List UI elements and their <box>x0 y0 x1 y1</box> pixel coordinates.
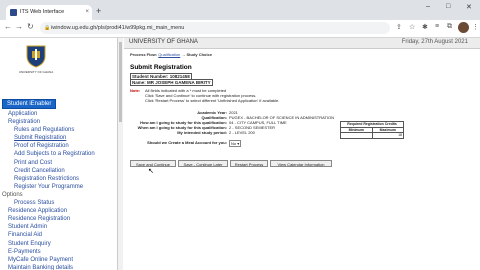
sidebar-item[interactable]: Submit Registration <box>0 134 117 142</box>
lock-icon: 🔒 <box>44 25 51 31</box>
sidebar-item[interactable]: Print and Cost <box>0 159 117 167</box>
intended-period-label: My intended study period: <box>177 130 227 135</box>
sidebar-item[interactable]: Options <box>0 191 117 199</box>
sidebar-item[interactable]: Residence Application <box>0 207 117 215</box>
sidebar-menu: Student iEnabler Application Registration R… <box>0 92 117 270</box>
sidebar-scrollbar[interactable] <box>118 38 123 270</box>
share-icon[interactable]: ⇪ <box>396 23 402 31</box>
meal-account-label: Should we Create a Meal Account for you: <box>147 140 227 145</box>
page-title: Submit Registration <box>130 64 192 71</box>
main-content: Process Flow: Qualification → Study Choi… <box>130 50 470 167</box>
sidebar-item[interactable]: Rules and Regulations <box>0 126 117 134</box>
sidebar-item[interactable]: E-Payments <box>0 248 117 256</box>
student-name-value: MR JOSEPH GAMENA BIRITY <box>147 80 211 85</box>
sidebar-item[interactable]: MyCafe Online Payment <box>0 256 117 264</box>
new-tab-button[interactable]: + <box>96 6 101 16</box>
breadcrumb: Process Flow: Qualification → Study Choi… <box>130 52 470 57</box>
breadcrumb-suffix: → Study Choice <box>181 52 213 57</box>
sidebar-item[interactable]: Student Admin <box>0 223 117 231</box>
back-arrow-icon[interactable]: ← <box>4 22 12 31</box>
sidebar-item[interactable]: Application <box>0 110 117 118</box>
save-continue-button[interactable]: Save and Continue <box>130 160 176 167</box>
sidebar-item[interactable]: Register Your Programme <box>0 183 117 191</box>
address-bar-row: ← → ↻ 🔒 iwindow.ug.edu.gh/pls/prodi41/w9… <box>0 20 480 38</box>
student-name-box: Name: MR JOSEPH GAMENA BIRITY <box>130 79 213 86</box>
credits-table: Required Registration Credits Minimum Ma… <box>340 121 404 139</box>
url-text: iwindow.ug.edu.gh/pls/prodi41/w99pkg.mi_… <box>51 25 185 31</box>
page-header: UNIVERSITY OF GHANA Friday, 27th August … <box>124 38 480 49</box>
scrollbar-thumb[interactable] <box>119 42 122 122</box>
credits-min-header: Minimum <box>341 127 373 132</box>
credits-max-header: Maximum <box>379 127 396 132</box>
breadcrumb-link-qualification[interactable]: Qualification <box>158 52 180 57</box>
sidebar-item[interactable]: Registration <box>0 118 117 126</box>
note-label: Note: <box>130 88 141 93</box>
tab-close-icon[interactable]: × <box>85 5 89 20</box>
reload-icon[interactable]: ↻ <box>27 22 34 31</box>
extensions-icon[interactable]: ✱ <box>422 23 428 31</box>
puzzle-icon[interactable]: ⧉ <box>447 23 452 31</box>
sidebar-item[interactable]: Credit Cancellation <box>0 167 117 175</box>
sidebar-item[interactable]: Process Status <box>0 199 117 207</box>
logo-caption: UNIVERSITY OF GHANA <box>18 70 54 74</box>
tab-title: ITS Web Interface <box>20 9 65 15</box>
sidebar-item[interactable]: Registration Restrictions <box>0 175 117 183</box>
window-maximize-button[interactable]: □ <box>446 3 450 10</box>
sidebar-item[interactable]: Student iEnabler <box>2 99 57 110</box>
favicon-icon <box>10 9 17 16</box>
student-name-label: Name: <box>132 80 146 85</box>
save-later-button[interactable]: Save - Continue Later <box>178 160 228 167</box>
more-icon[interactable]: ⋮ <box>472 23 479 31</box>
forward-arrow-icon[interactable]: → <box>15 22 23 31</box>
browser-tab[interactable]: ITS Web Interface × <box>6 5 92 20</box>
intended-period-value: 2 - LEVEL 200 <box>229 130 255 135</box>
profile-avatar[interactable] <box>458 22 469 33</box>
sidebar-item[interactable]: Residence Registration <box>0 215 117 223</box>
current-date: Friday, 27th August 2021 <box>401 39 468 45</box>
university-name: UNIVERSITY OF GHANA <box>129 39 198 45</box>
sidebar-item[interactable]: Proof of Registration <box>0 142 117 150</box>
mouse-cursor-icon: ↖ <box>148 168 154 175</box>
sidebar-item[interactable]: Student Enquiry <box>0 240 117 248</box>
breadcrumb-prefix: Process Flow: <box>130 52 158 57</box>
sidebar-item[interactable]: Financial Aid <box>0 231 117 239</box>
university-crest-icon <box>26 45 46 68</box>
browser-tab-bar: ITS Web Interface × + – □ ✕ <box>0 0 480 20</box>
sidebar-item[interactable]: Add Subjects to a Registration <box>0 150 117 158</box>
note-line: Click 'Restart Process' to select differ… <box>145 98 280 103</box>
meal-account-select[interactable]: No ▾ <box>229 140 242 147</box>
menu-list-icon[interactable]: ≡ <box>435 23 439 30</box>
restart-process-button[interactable]: Restart Process <box>230 160 268 167</box>
meal-account-value: No <box>231 141 237 146</box>
student-info: Student Number: 10821458 Name: MR JOSEPH… <box>130 73 470 86</box>
star-icon[interactable]: ☆ <box>409 23 415 31</box>
sidebar-item[interactable]: Maintain Banking details <box>0 264 117 270</box>
view-calendar-button[interactable]: View Calendar Information <box>270 160 332 167</box>
credits-min-value <box>341 133 373 138</box>
window-close-button[interactable]: ✕ <box>466 3 472 11</box>
url-field[interactable]: 🔒 iwindow.ug.edu.gh/pls/prodi41/w99pkg.m… <box>40 22 390 34</box>
sidebar: UNIVERSITY OF GHANA Student iEnabler Appl… <box>0 38 118 270</box>
window-minimize-button[interactable]: – <box>426 3 430 10</box>
credits-max-value: 18 <box>398 133 402 137</box>
